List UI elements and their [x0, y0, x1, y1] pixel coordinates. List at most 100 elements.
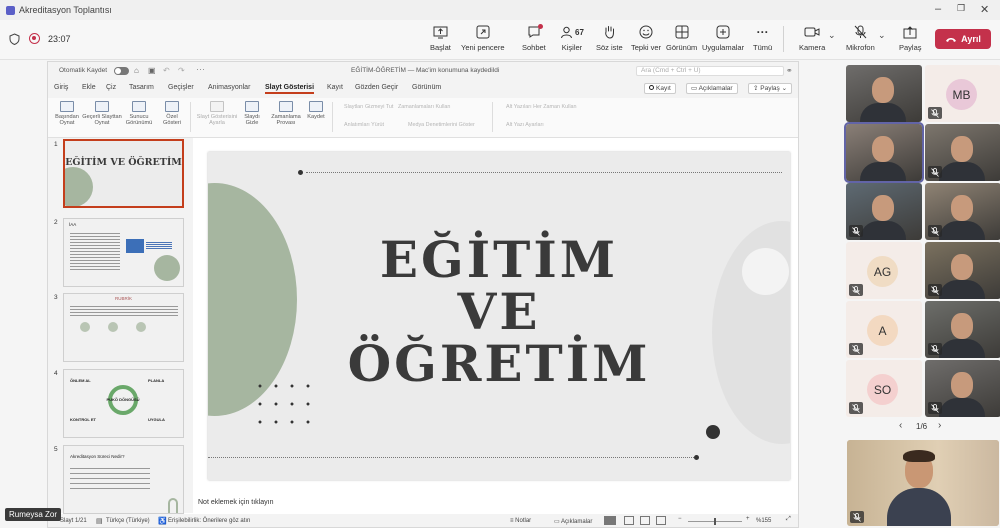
close-icon[interactable]: ✕	[980, 3, 989, 16]
participant-tile[interactable]	[925, 124, 1000, 181]
participant-tile[interactable]	[846, 65, 922, 122]
collaboration-icon[interactable]: ⚭	[786, 66, 793, 75]
new-window-button[interactable]: Yeni pencere	[461, 24, 505, 52]
reading-view-icon[interactable]	[640, 516, 650, 525]
menu-gecisler[interactable]: Geçişler	[168, 84, 194, 91]
minimize-icon[interactable]: –	[935, 3, 941, 15]
menu-animasyonlar[interactable]: Animasyonlar	[208, 84, 250, 91]
participant-video-person	[951, 254, 973, 280]
rehearse-timings-button[interactable]: Zamanlama Provası	[268, 101, 304, 127]
participant-tile[interactable]: MB	[925, 65, 1000, 122]
zoom-in-icon[interactable]: +	[746, 516, 750, 522]
thumbnail-slide-1[interactable]: EĞİTİM VE ÖĞRETİM	[63, 139, 184, 208]
chat-button[interactable]: Sohbet	[522, 24, 546, 52]
apps-button[interactable]: Uygulamalar	[702, 24, 744, 52]
subtitle-settings-option[interactable]: Alt Yazı Ayarları	[506, 122, 544, 128]
mic-options-chevron-icon[interactable]: ⌄	[878, 30, 886, 41]
zoom-out-icon[interactable]: −	[678, 516, 682, 522]
menu-ekle[interactable]: Ekle	[82, 84, 96, 91]
accessibility-status[interactable]: Erişilebilirlik: Önerilere göz atın	[168, 518, 250, 524]
more-button[interactable]: ··· Tümü	[753, 24, 772, 52]
always-subtitles-option[interactable]: Alt Yazıları Her Zaman Kullan	[506, 104, 577, 110]
thumbnail-slide-2[interactable]: İAA	[63, 218, 184, 287]
notes-button[interactable]: ≡ Notlar	[510, 518, 531, 524]
participant-tile[interactable]	[846, 183, 922, 240]
menu-gozden-gecir[interactable]: Gözden Geçir	[355, 84, 398, 91]
mic-muted-icon	[849, 402, 863, 414]
play-from-start-button[interactable]: Başından Oynat	[54, 101, 80, 127]
participant-tile[interactable]: AG	[846, 242, 922, 299]
participant-tile[interactable]	[925, 301, 1000, 358]
participant-tile[interactable]: SO	[846, 360, 922, 417]
participant-video-person	[872, 77, 894, 103]
next-page-icon[interactable]: ›	[938, 420, 941, 431]
raise-hand-button[interactable]: Söz iste	[596, 24, 623, 52]
mic-off-icon	[852, 24, 868, 40]
hide-slide-button[interactable]: Slaydı Gizle	[240, 101, 264, 127]
participant-tile[interactable]	[925, 360, 1000, 417]
media-controls-option[interactable]: Medya Denetimlerini Göster	[408, 122, 475, 128]
menu-giris[interactable]: Giriş	[54, 84, 68, 91]
record-button[interactable]: Kayıt	[644, 83, 676, 94]
save-icon[interactable]: ▣	[148, 66, 156, 75]
play-from-current-button[interactable]: Geçerli Slayttan Oynat	[82, 101, 122, 127]
normal-view-icon[interactable]	[604, 516, 616, 525]
share-screen-button[interactable]: Başlat	[430, 24, 451, 52]
thumbnail-slide-4[interactable]: PUKÖ DÖNGÜSÜ ÖNLEM AL PLANLA KONTROL ET …	[63, 369, 184, 438]
participant-video-body	[939, 280, 985, 299]
ppt-menu-bar: Giriş Ekle Çiz Tasarım Geçişler Animasyo…	[48, 80, 798, 98]
menu-kayit[interactable]: Kayıt	[327, 84, 343, 91]
rubric-icon	[80, 322, 90, 332]
home-icon[interactable]: ⌂	[134, 66, 139, 75]
prev-page-icon[interactable]: ‹	[899, 420, 902, 431]
menu-gorunum[interactable]: Görünüm	[412, 84, 441, 91]
keep-slides-option[interactable]: Slaytları Gizmeyi Tut	[344, 104, 393, 110]
slide-sorter-icon[interactable]	[624, 516, 634, 525]
slideshow-view-icon[interactable]	[656, 516, 666, 525]
people-button[interactable]: 67 Kişiler	[560, 24, 584, 52]
participant-tile[interactable]: A	[846, 301, 922, 358]
play-narrations-option[interactable]: Anlatımları Yürüt	[344, 122, 384, 128]
view-button[interactable]: Görünüm	[666, 24, 697, 52]
menu-tasarim[interactable]: Tasarım	[129, 84, 154, 91]
share-content-button[interactable]: Paylaş	[899, 24, 922, 52]
redo-icon[interactable]: ↷	[178, 66, 185, 75]
zoom-level[interactable]: %155	[756, 518, 771, 524]
autosave-toggle[interactable]	[114, 67, 129, 75]
search-input[interactable]: Ara (Cmd + Ctrl + U)	[636, 66, 784, 76]
main-slide[interactable]: EĞİTİM VE ÖĞRETİM	[208, 152, 790, 480]
camera-button[interactable]: Kamera	[799, 24, 825, 52]
setup-show-button[interactable]: Slayt Gösterisini Ayarla	[196, 101, 238, 127]
comments-button[interactable]: ▭ Açıklamalar	[686, 83, 738, 94]
microphone-button[interactable]: Mikrofon	[846, 24, 875, 52]
quick-access-more-icon[interactable]: ···	[196, 64, 205, 74]
notes-placeholder[interactable]: Not eklemek için tıklayın	[198, 499, 273, 506]
use-timings-option[interactable]: Zamanlamaları Kullan	[398, 104, 450, 110]
maximize-icon[interactable]: ❐	[957, 3, 965, 14]
status-comments-button[interactable]: ▭ Açıklamalar	[554, 518, 592, 525]
presenter-view-button[interactable]: Sunucu Görünümü	[124, 101, 154, 127]
react-icon	[638, 24, 654, 40]
zoom-slider[interactable]	[688, 518, 742, 525]
thumbnail-slide-3[interactable]: RUBRİK	[63, 293, 184, 362]
undo-icon[interactable]: ↶	[163, 66, 170, 75]
accessibility-icon: ♿	[158, 518, 167, 525]
camera-options-chevron-icon[interactable]: ⌄	[828, 30, 836, 41]
record-slide-button[interactable]: Kaydet	[306, 101, 326, 120]
language-status[interactable]: Türkçe (Türkiye)	[106, 518, 150, 524]
menu-slayt-gosterisi[interactable]: Slayt Gösterisi	[265, 84, 315, 94]
participant-tile[interactable]	[925, 183, 1000, 240]
react-button[interactable]: Tepki ver	[631, 24, 661, 52]
new-window-icon	[475, 24, 491, 40]
ppt-share-button[interactable]: ⇪ Paylaş ⌄	[748, 83, 793, 94]
participant-tile[interactable]	[925, 242, 1000, 299]
menu-ciz[interactable]: Çiz	[106, 84, 116, 91]
participant-tile[interactable]	[844, 122, 924, 183]
record-slide-icon	[309, 101, 323, 112]
fit-to-window-icon[interactable]: ⤢	[786, 516, 791, 523]
spellcheck-icon[interactable]: ▤	[96, 517, 103, 525]
custom-show-button[interactable]: Özel Gösteri	[160, 101, 184, 127]
thumbnail-slide-5[interactable]: Akreditasyon Süreci Nedir?	[63, 445, 184, 514]
presenter-video[interactable]	[847, 440, 999, 526]
leave-button[interactable]: Ayrıl	[935, 29, 991, 49]
